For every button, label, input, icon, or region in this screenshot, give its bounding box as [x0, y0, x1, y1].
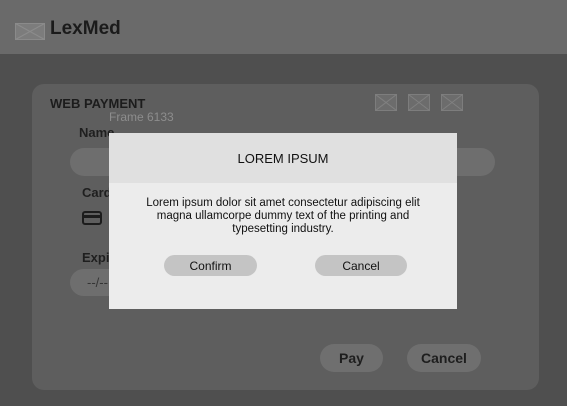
- card-header-icons: [375, 94, 463, 111]
- dialog-cancel-button[interactable]: Cancel: [315, 255, 407, 276]
- dialog-header: LOREM IPSUM: [109, 133, 457, 183]
- image-placeholder-icon[interactable]: [375, 94, 397, 111]
- dialog-message: Lorem ipsum dolor sit amet consectetur a…: [146, 197, 420, 235]
- expiry-placeholder: --/--: [87, 275, 108, 290]
- frame-label: Frame 6133: [109, 110, 174, 124]
- card-title: WEB PAYMENT: [50, 96, 146, 111]
- confirm-button[interactable]: Confirm: [164, 255, 257, 276]
- image-placeholder-icon[interactable]: [441, 94, 463, 111]
- confirm-dialog: LOREM IPSUM Lorem ipsum dolor sit amet c…: [109, 133, 457, 309]
- pay-button[interactable]: Pay: [320, 344, 383, 372]
- app-header: LexMed: [0, 0, 567, 54]
- credit-card-icon: [82, 211, 102, 225]
- card-cancel-button[interactable]: Cancel: [407, 344, 481, 372]
- app-brand: LexMed: [50, 18, 121, 39]
- image-placeholder-icon[interactable]: [408, 94, 430, 111]
- dialog-title: LOREM IPSUM: [237, 150, 329, 166]
- logo-image-placeholder-icon: [15, 23, 45, 40]
